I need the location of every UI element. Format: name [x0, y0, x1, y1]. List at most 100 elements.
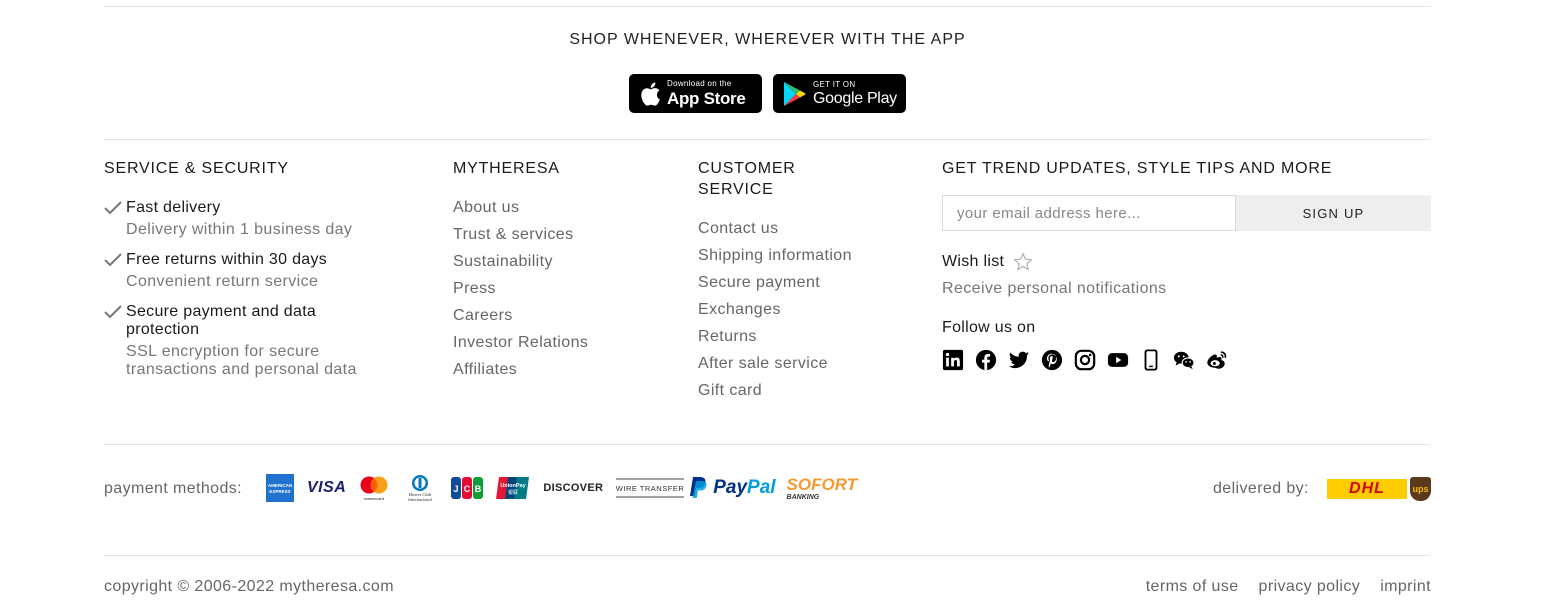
link-trust-services[interactable]: Trust & services	[453, 221, 653, 248]
pinterest-icon[interactable]	[1041, 349, 1063, 371]
app-store-big-text: App Store	[667, 89, 746, 108]
svg-text:EXPRESS: EXPRESS	[269, 489, 290, 494]
link-shipping-information[interactable]: Shipping information	[698, 242, 898, 269]
follow-us-label: Follow us on	[942, 319, 1036, 336]
service-item-subtitle: SSL encryption for secure transactions a…	[126, 343, 357, 378]
section-divider	[104, 139, 1431, 140]
service-item-subtitle: Delivery within 1 business day	[126, 221, 353, 238]
discover-logo: DISCOVER	[543, 482, 604, 494]
service-item-title: Secure payment and data protection	[126, 303, 317, 338]
svg-text:UnionPay: UnionPay	[501, 483, 527, 489]
newsletter-title: GET TREND UPDATES, STYLE TIPS AND MORE	[942, 160, 1333, 177]
svg-text:C: C	[464, 484, 471, 494]
mastercard-logo: mastercard	[360, 476, 388, 501]
google-play-icon	[784, 81, 806, 106]
newsletter-column: GET TREND UPDATES, STYLE TIPS AND MORE	[942, 158, 1431, 179]
wechat-icon[interactable]	[1173, 349, 1195, 371]
app-store-small-text: Download on the	[667, 79, 732, 88]
mobile-icon[interactable]	[1140, 349, 1162, 371]
app-badges: Download on the App Store GET IT ON Goog…	[629, 74, 906, 113]
wishlist-subtitle: Receive personal notifications	[942, 280, 1167, 297]
paypal-icon	[690, 477, 707, 498]
svg-text:International: International	[407, 497, 432, 502]
link-affiliates[interactable]: Affiliates	[453, 356, 653, 383]
mytheresa-column: MYTHERESA About us Trust & services Sust…	[453, 158, 653, 383]
wishlist-row[interactable]: Wish list	[942, 252, 1033, 272]
unionpay-logo: UnionPay 银联	[496, 477, 530, 499]
copyright-text: copyright © 2006-2022 mytheresa.com	[104, 578, 394, 595]
service-item-title: Free returns within 30 days	[126, 251, 328, 268]
payment-divider-top	[104, 444, 1431, 445]
ups-logo: ups	[1410, 477, 1431, 501]
ups-text: ups	[1412, 484, 1429, 494]
link-returns[interactable]: Returns	[698, 323, 898, 350]
check-icon	[104, 201, 122, 215]
app-store-badge[interactable]: Download on the App Store	[629, 74, 762, 113]
email-input[interactable]	[942, 195, 1236, 231]
link-sustainability[interactable]: Sustainability	[453, 248, 653, 275]
svg-text:AMERICAN: AMERICAN	[268, 483, 292, 488]
social-icons	[942, 349, 1228, 371]
link-after-sale-service[interactable]: After sale service	[698, 350, 898, 377]
link-about-us[interactable]: About us	[453, 194, 653, 221]
instagram-icon[interactable]	[1074, 349, 1096, 371]
customer-service-title: CUSTOMER SERVICE	[698, 160, 796, 198]
youtube-icon[interactable]	[1107, 349, 1129, 371]
link-exchanges[interactable]: Exchanges	[698, 296, 898, 323]
wishlist-label: Wish list	[942, 253, 1005, 270]
apple-icon	[641, 82, 660, 106]
google-play-big-text: Google Play	[813, 89, 897, 107]
customer-service-column: CUSTOMER SERVICE Contact us Shipping inf…	[698, 158, 898, 404]
service-item-title: Fast delivery	[126, 199, 221, 216]
payment-logos: AMERICAN EXPRESS VISA mastercard Diners …	[266, 474, 857, 502]
paypal-logo: PayPal	[688, 476, 776, 500]
footer-divider	[104, 555, 1431, 556]
star-icon	[1013, 252, 1033, 271]
sofort-logo: SOFORT BANKING	[787, 476, 858, 501]
dhl-text: DHL	[1349, 480, 1385, 497]
svg-text:mastercard: mastercard	[364, 496, 384, 501]
svg-text:B: B	[475, 484, 482, 494]
service-item-secure-payment: Secure payment and data protection SSL e…	[104, 303, 381, 379]
link-careers[interactable]: Careers	[453, 302, 653, 329]
link-terms-of-use[interactable]: terms of use	[1146, 578, 1239, 596]
linkedin-icon[interactable]	[942, 349, 964, 371]
newsletter-form: SIGN UP	[942, 195, 1431, 231]
twitter-icon[interactable]	[1008, 349, 1030, 371]
svg-text:银联: 银联	[508, 489, 518, 496]
footer-links: terms of use privacy policy imprint	[1146, 578, 1431, 596]
sign-up-button[interactable]: SIGN UP	[1236, 195, 1431, 231]
mytheresa-title: MYTHERESA	[453, 160, 560, 177]
google-play-badge[interactable]: GET IT ON Google Play	[773, 74, 906, 113]
service-security-column: SERVICE & SECURITY Fast delivery Deliver…	[104, 158, 424, 391]
paypal-pay-text: Pay	[713, 477, 748, 498]
sofort-sub-text: BANKING	[786, 493, 820, 501]
app-section-title: SHOP WHENEVER, WHEREVER WITH THE APP	[569, 31, 966, 48]
service-item-fast-delivery: Fast delivery Delivery within 1 business…	[104, 199, 424, 239]
link-imprint[interactable]: imprint	[1380, 578, 1431, 596]
payment-methods-label: payment methods:	[104, 480, 243, 497]
sofort-text: SOFORT	[786, 474, 858, 494]
service-security-title: SERVICE & SECURITY	[104, 160, 289, 177]
delivered-by-label: delivered by:	[1213, 480, 1309, 497]
service-item-free-returns: Free returns within 30 days Convenient r…	[104, 251, 424, 291]
svg-text:WIRE TRANSFER: WIRE TRANSFER	[616, 484, 684, 493]
link-gift-card[interactable]: Gift card	[698, 377, 898, 404]
link-privacy-policy[interactable]: privacy policy	[1259, 578, 1361, 596]
dhl-logo: DHL	[1327, 479, 1407, 499]
service-item-subtitle: Convenient return service	[126, 273, 319, 290]
link-secure-payment[interactable]: Secure payment	[698, 269, 898, 296]
facebook-icon[interactable]	[975, 349, 997, 371]
wire-transfer-logo: WIRE TRANSFER	[616, 478, 685, 498]
link-press[interactable]: Press	[453, 275, 653, 302]
diners-club-logo: Diners Club International	[407, 475, 433, 502]
google-play-small-text: GET IT ON	[813, 79, 856, 89]
jcb-logo: J C B	[451, 477, 484, 499]
check-icon	[104, 305, 122, 319]
link-investor-relations[interactable]: Investor Relations	[453, 329, 653, 356]
check-icon	[104, 253, 122, 267]
weibo-icon[interactable]	[1206, 349, 1228, 371]
link-contact-us[interactable]: Contact us	[698, 215, 898, 242]
visa-logo: VISA	[307, 479, 347, 496]
delivery-logos: DHL ups	[1327, 477, 1431, 501]
